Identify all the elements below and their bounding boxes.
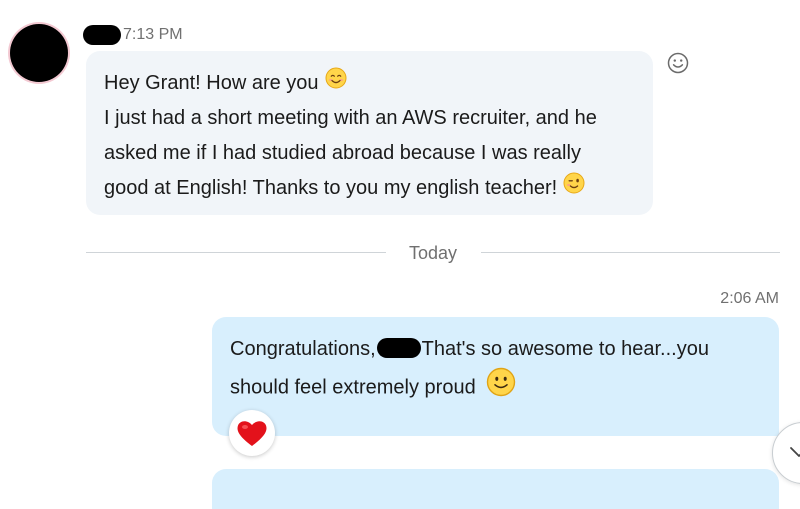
outgoing-message-bubble[interactable]: Congratulations, That's so awesome to hea… [212,317,779,436]
avatar[interactable] [8,22,70,84]
outgoing-message-text: Congratulations, [230,338,376,360]
recipient-name-redacted [376,338,421,358]
emoji-reaction-icon[interactable] [666,51,690,75]
smiley-face-icon [486,367,516,409]
outgoing-message-text: That's so awesome to hear...you [421,338,709,360]
incoming-message-line: asked me if I had studied abroad because… [104,142,581,165]
divider-label: Today [408,243,458,263]
avatar-image-redacted [10,24,68,82]
divider-line-left [86,252,386,253]
outgoing-message-line: Congratulations, That's so awesome to hea… [230,332,761,367]
date-divider: Today [86,241,780,265]
chevron-down-icon [790,447,800,457]
incoming-message-text: Hey Grant! How are you [104,72,319,94]
smiling-face-icon [325,66,347,101]
next-message-bubble [212,469,779,509]
divider-line-right [481,252,780,253]
incoming-message-line: Hey Grant! How are you [104,66,635,101]
incoming-message-line: good at English! Thanks to you my englis… [104,171,635,206]
incoming-message-line: I just had a short meeting with an AWS r… [104,107,597,130]
winking-face-icon [563,171,585,206]
heart-icon [237,421,267,446]
outgoing-message-text: should feel extremely proud [230,376,476,399]
outgoing-message-line: should feel extremely proud [230,367,761,409]
incoming-timestamp: 7:13 PM [123,26,183,43]
sender-name-redacted [83,25,121,45]
outgoing-timestamp: 2:06 AM [720,290,779,307]
heart-reaction-button[interactable] [229,410,275,456]
incoming-meta: 7:13 PM [83,24,183,46]
incoming-message-text: good at English! Thanks to you my englis… [104,177,558,200]
incoming-message-bubble[interactable]: Hey Grant! How are you I just had a shor… [86,51,653,215]
